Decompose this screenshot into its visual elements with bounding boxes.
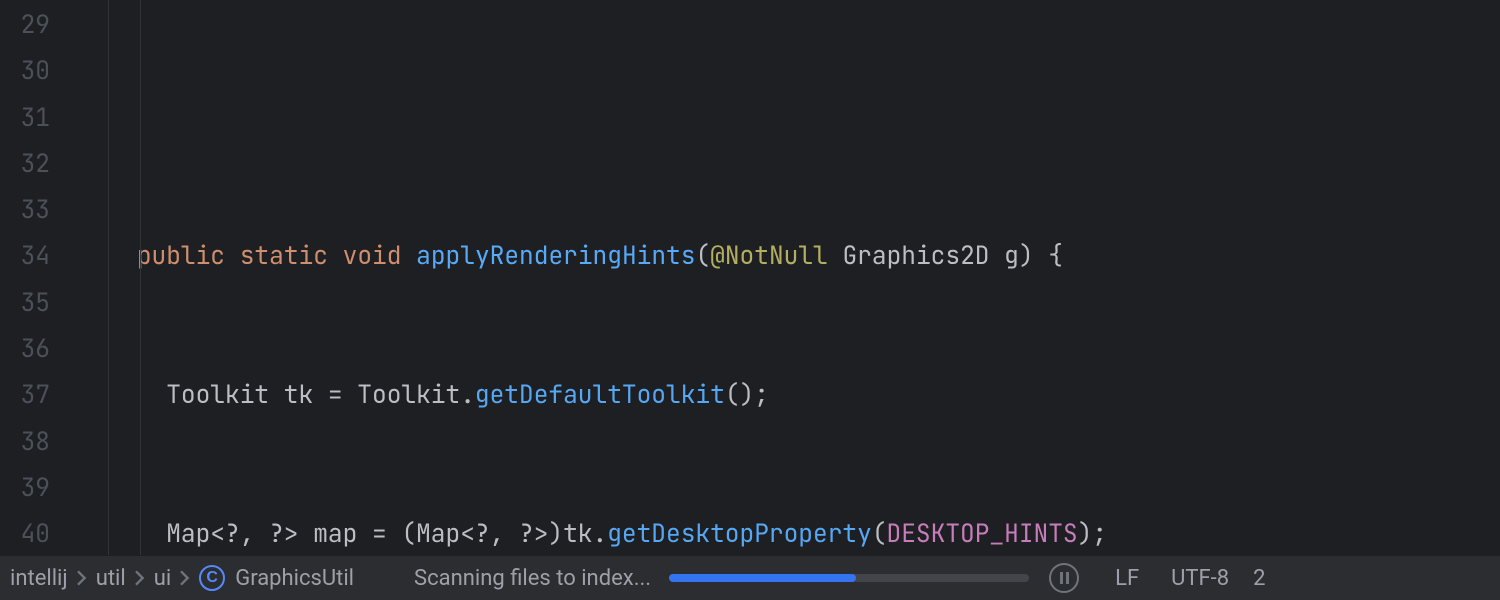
encoding-status[interactable]: UTF-8 <box>1155 566 1245 591</box>
code-editor[interactable]: 29 30 31 32 33 34 35 36 37 38 39 40 publ… <box>0 0 1500 555</box>
line-number: 38 <box>0 419 50 465</box>
indexing-status-text[interactable]: Scanning files to index... <box>414 566 651 591</box>
code-line[interactable]: public static void applyRenderingHints(@… <box>78 233 1500 279</box>
pause-icon <box>1060 572 1069 584</box>
code-line[interactable]: Toolkit tk = Toolkit.getDefaultToolkit()… <box>78 372 1500 418</box>
line-number-gutter: 29 30 31 32 33 34 35 36 37 38 39 40 <box>0 0 78 555</box>
line-number: 32 <box>0 141 50 187</box>
line-number: 34 <box>0 233 50 279</box>
code-area[interactable]: public static void applyRenderingHints(@… <box>78 0 1500 555</box>
status-bar: intellij util ui C GraphicsUtil Scanning… <box>0 555 1500 600</box>
indexing-progress-bar[interactable] <box>669 574 1029 582</box>
line-number: 39 <box>0 465 50 511</box>
indent-guide <box>140 0 141 555</box>
indexing-progress-fill <box>669 574 856 582</box>
line-number: 31 <box>0 95 50 141</box>
chevron-right-icon <box>134 570 146 586</box>
line-number: 36 <box>0 326 50 372</box>
chevron-right-icon <box>179 570 191 586</box>
line-number: 35 <box>0 280 50 326</box>
chevron-right-icon <box>76 570 88 586</box>
class-icon: C <box>199 565 225 591</box>
breadcrumb-item[interactable]: GraphicsUtil <box>235 566 354 591</box>
breadcrumb-item[interactable]: util <box>96 566 126 591</box>
breadcrumb-item[interactable]: ui <box>154 566 171 591</box>
code-line[interactable]: Map<?, ?> map = (Map<?, ?>)tk.getDesktop… <box>78 511 1500 555</box>
line-number: 33 <box>0 187 50 233</box>
indent-status[interactable]: 2 <box>1245 566 1265 591</box>
line-number: 37 <box>0 372 50 418</box>
indent-guide <box>108 0 109 555</box>
line-number: 30 <box>0 48 50 94</box>
line-number: 40 <box>0 511 50 555</box>
breadcrumb-item[interactable]: intellij <box>10 566 68 591</box>
line-number: 29 <box>0 2 50 48</box>
pause-indexing-button[interactable] <box>1049 563 1079 593</box>
line-separator-status[interactable]: LF <box>1099 566 1155 591</box>
